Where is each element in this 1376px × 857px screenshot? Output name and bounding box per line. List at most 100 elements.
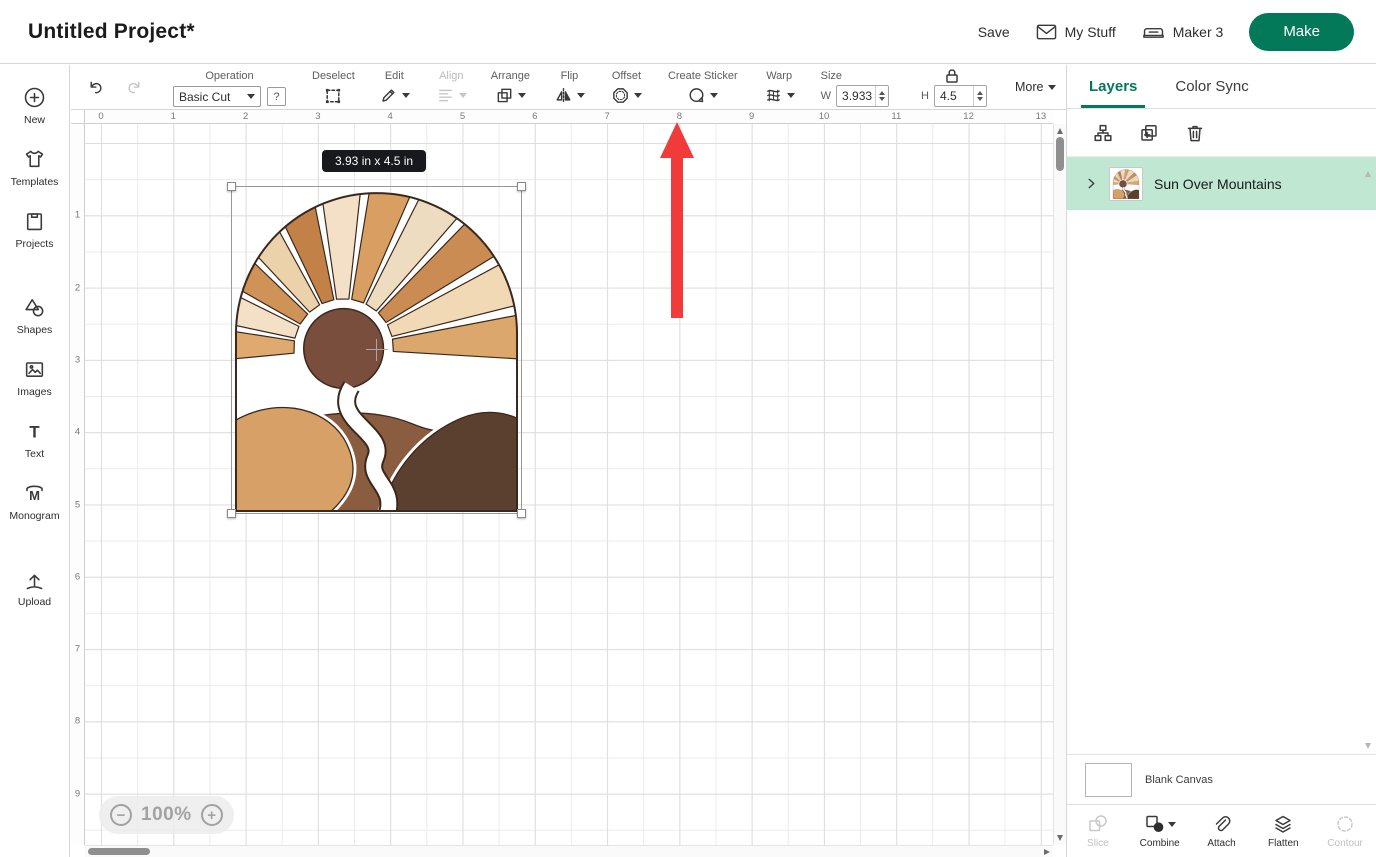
flip-button[interactable] — [554, 86, 585, 105]
tab-color-sync[interactable]: Color Sync — [1175, 65, 1248, 108]
selection-center-marker — [366, 339, 388, 361]
resize-handle-top-right[interactable] — [517, 182, 526, 191]
chevron-down-icon — [518, 93, 526, 98]
sidebar-item-templates[interactable]: Templates — [0, 137, 69, 199]
width-spin-buttons[interactable] — [875, 86, 888, 106]
scroll-right-icon[interactable] — [1044, 849, 1050, 855]
sidebar-item-images[interactable]: Images — [0, 347, 69, 409]
resize-handle-bottom-left[interactable] — [227, 509, 236, 518]
height-label: H — [921, 90, 929, 102]
resize-handle-top-left[interactable] — [227, 182, 236, 191]
scroll-up-icon[interactable] — [1057, 128, 1063, 134]
create-sticker-group: Create Sticker — [656, 65, 750, 109]
sidebar-item-shapes[interactable]: Shapes — [0, 285, 69, 347]
chevron-down-icon — [1048, 85, 1056, 90]
attach-button[interactable]: Attach — [1191, 805, 1253, 857]
arrange-icon — [495, 86, 514, 105]
align-icon — [436, 86, 455, 105]
panel-tabs: Layers Color Sync — [1067, 65, 1376, 109]
slice-icon — [1087, 813, 1109, 835]
trash-icon — [1185, 123, 1205, 143]
zoom-out-button[interactable]: − — [110, 804, 132, 826]
height-input[interactable] — [935, 86, 973, 106]
left-sidebar: New Templates Projects Shapes — [0, 65, 70, 857]
panel-scroll-up-icon[interactable] — [1365, 171, 1371, 177]
layer-row-sun-over-mountains[interactable]: Sun Over Mountains — [1067, 157, 1376, 210]
edit-button[interactable] — [379, 86, 410, 105]
group-button[interactable] — [1093, 123, 1113, 143]
layer-name: Sun Over Mountains — [1154, 176, 1282, 192]
canvas-horizontal-scrollbar[interactable] — [85, 845, 1053, 857]
svg-text:M: M — [29, 488, 40, 503]
deselect-button[interactable] — [323, 86, 343, 106]
my-stuff-button[interactable]: My Stuff — [1036, 23, 1116, 41]
offset-group: Offset — [599, 65, 654, 109]
horizontal-ruler: 012345678910111213 — [85, 110, 1053, 124]
help-button[interactable]: ? — [267, 87, 286, 106]
delete-button[interactable] — [1185, 123, 1205, 143]
more-button[interactable]: More — [999, 65, 1072, 109]
machine-selector[interactable]: Maker 3 — [1142, 23, 1224, 40]
group-icon — [1093, 123, 1113, 143]
undo-button[interactable] — [86, 78, 105, 97]
header: Untitled Project* Save My Stuff Maker 3 … — [0, 0, 1376, 64]
projects-icon — [23, 210, 46, 233]
offset-button[interactable] — [611, 86, 642, 105]
selection-box[interactable] — [231, 186, 522, 514]
chevron-down-icon — [787, 93, 795, 98]
scroll-down-icon[interactable] — [1057, 835, 1063, 841]
operation-select[interactable]: Basic Cut — [173, 86, 261, 107]
arrange-button[interactable] — [495, 86, 526, 105]
sidebar-item-new[interactable]: New — [0, 75, 69, 137]
sidebar-item-upload[interactable]: Upload — [0, 557, 69, 619]
height-spin-buttons[interactable] — [973, 86, 986, 106]
width-input[interactable] — [837, 86, 875, 106]
chevron-down-icon — [1168, 822, 1176, 827]
zoom-in-button[interactable]: + — [201, 804, 223, 826]
align-button[interactable] — [436, 86, 467, 105]
vertical-scroll-thumb[interactable] — [1056, 137, 1064, 171]
panel-scroll-down-icon[interactable] — [1365, 743, 1371, 749]
annotation-arrow-create-sticker — [657, 120, 697, 320]
deselect-icon — [323, 86, 343, 106]
canvas-grid[interactable]: 3.93 in x 4.5 in − 100% + — [85, 124, 1053, 845]
new-icon — [23, 86, 46, 109]
chevron-right-icon[interactable] — [1085, 176, 1098, 191]
deselect-group: Deselect — [300, 65, 367, 109]
my-stuff-icon — [1036, 23, 1057, 41]
sticker-icon — [687, 86, 706, 105]
chevron-down-icon — [402, 93, 410, 98]
blank-canvas-swatch[interactable] — [1085, 763, 1132, 797]
duplicate-button[interactable] — [1139, 123, 1159, 143]
redo-button[interactable] — [125, 78, 144, 97]
canvas-vertical-scrollbar[interactable] — [1053, 124, 1066, 845]
sidebar-item-monogram[interactable]: M Monogram — [0, 471, 69, 533]
tab-layers[interactable]: Layers — [1089, 65, 1137, 108]
layer-thumbnail — [1109, 167, 1143, 201]
duplicate-icon — [1139, 123, 1159, 143]
height-stepper — [934, 85, 987, 107]
machine-icon — [1142, 23, 1165, 40]
arrange-group: Arrange — [479, 65, 542, 109]
warp-group: Warp — [752, 65, 807, 109]
save-button[interactable]: Save — [978, 24, 1010, 40]
width-stepper — [836, 85, 889, 107]
sidebar-item-text[interactable]: T Text — [0, 409, 69, 471]
align-group: Align — [424, 65, 479, 109]
warp-button[interactable] — [764, 86, 795, 105]
sidebar-item-projects[interactable]: Projects — [0, 199, 69, 261]
combine-button[interactable]: Combine — [1129, 805, 1191, 857]
create-sticker-button[interactable] — [687, 86, 718, 105]
slice-button[interactable]: Slice — [1067, 805, 1129, 857]
horizontal-scroll-thumb[interactable] — [88, 848, 150, 855]
aspect-lock-button[interactable] — [945, 68, 959, 84]
flatten-button[interactable]: Flatten — [1252, 805, 1314, 857]
contour-button[interactable]: Contour — [1314, 805, 1376, 857]
upload-icon — [23, 568, 46, 591]
blank-canvas-label: Blank Canvas — [1145, 774, 1213, 786]
chevron-down-icon — [577, 93, 585, 98]
flip-group: Flip — [542, 65, 597, 109]
resize-handle-bottom-right[interactable] — [517, 509, 526, 518]
ruler-corner — [71, 110, 85, 124]
make-button[interactable]: Make — [1249, 13, 1354, 51]
